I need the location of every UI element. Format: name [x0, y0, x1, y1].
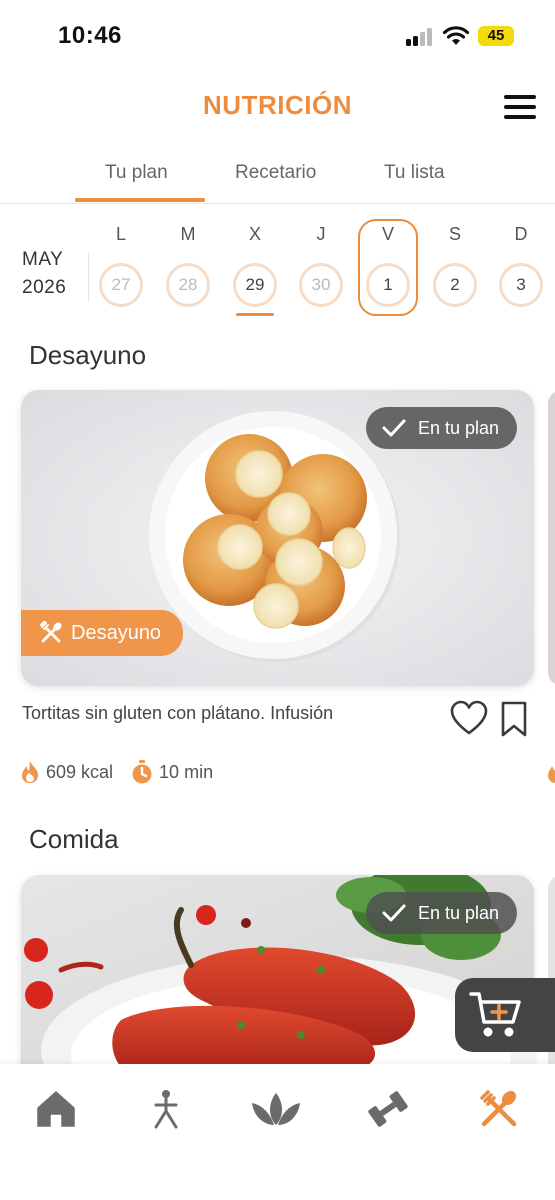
page-title: NUTRICIÓN	[203, 90, 352, 120]
nav-home[interactable]	[29, 1086, 83, 1132]
day-button-30[interactable]: 30	[299, 263, 343, 307]
nav-nutrition[interactable]	[472, 1086, 526, 1132]
heart-icon[interactable]	[450, 700, 488, 736]
lotus-icon	[252, 1093, 300, 1125]
day-button-3[interactable]: 3	[499, 263, 543, 307]
stopwatch-icon	[132, 760, 152, 784]
today-indicator	[236, 313, 274, 316]
bottom-nav	[0, 1064, 555, 1200]
day-letter: S	[448, 224, 461, 244]
battery-level: 45	[487, 27, 505, 44]
cart-add-icon	[469, 992, 521, 1037]
section-title-comida: Comida	[29, 824, 119, 854]
day-button-29[interactable]: 29	[233, 263, 277, 307]
battery-icon: 45	[478, 26, 514, 46]
day-button-2[interactable]: 2	[433, 263, 477, 307]
recipe-meta: 609 kcal 10 min	[20, 760, 213, 784]
day-letter: X	[248, 224, 261, 244]
recipe-time: 10 min	[159, 761, 214, 782]
day-button-27[interactable]: 27	[99, 263, 143, 307]
status-time: 10:46	[58, 22, 122, 49]
meal-tag-label: Desayuno	[71, 621, 162, 644]
cellular-signal-icon	[406, 28, 434, 46]
calendar-month-name: MAY	[22, 249, 64, 270]
in-plan-label: En tu plan	[417, 417, 499, 438]
recipe-card-next-peek[interactable]	[548, 390, 555, 686]
person-posture-icon	[154, 1090, 178, 1129]
home-icon	[37, 1091, 75, 1127]
check-icon	[382, 904, 406, 922]
day-button-1[interactable]: 1	[366, 263, 410, 307]
in-plan-label: En tu plan	[417, 902, 499, 923]
recipe-kcal: 609 kcal	[46, 761, 114, 782]
check-icon	[382, 419, 406, 437]
recipe-card-breakfast[interactable]: En tu plan Desayuno	[21, 390, 534, 686]
day-letter: M	[180, 224, 196, 244]
day-letter: D	[514, 224, 528, 244]
meal-tag: Desayuno	[21, 610, 184, 656]
tab-tu-plan[interactable]: Tu plan	[105, 162, 168, 184]
flame-icon	[548, 766, 555, 783]
calendar-year: 2026	[22, 277, 67, 298]
calendar-month: MAY 2026	[22, 246, 66, 302]
recipe-actions	[450, 700, 530, 740]
recipe-name[interactable]: Tortitas sin gluten con plátano. Infusió…	[22, 703, 333, 724]
add-to-cart-button[interactable]	[455, 978, 555, 1052]
day-button-28[interactable]: 28	[166, 263, 210, 307]
day-letter: J	[316, 224, 326, 244]
day-letter: V	[381, 224, 394, 244]
status-bar: 10:46 45	[0, 0, 555, 72]
nav-training[interactable]	[361, 1086, 415, 1132]
fork-spoon-icon	[40, 621, 62, 643]
tab-bar: Tu plan Recetario Tu lista	[0, 150, 555, 204]
day-letter: L	[115, 224, 126, 244]
dumbbell-icon	[368, 1091, 408, 1127]
nav-wellness[interactable]	[249, 1086, 303, 1132]
wifi-icon	[442, 26, 470, 45]
nav-posture[interactable]	[139, 1086, 193, 1132]
in-plan-badge[interactable]: En tu plan	[365, 892, 517, 934]
tab-tu-lista[interactable]: Tu lista	[384, 162, 445, 184]
in-plan-badge[interactable]: En tu plan	[365, 407, 517, 449]
section-title-desayuno: Desayuno	[29, 340, 147, 370]
tab-recetario[interactable]: Recetario	[235, 162, 316, 184]
bookmark-icon[interactable]	[500, 701, 528, 737]
calendar-divider	[88, 252, 89, 302]
fork-spoon-icon	[480, 1090, 517, 1127]
recipe-card-lunch[interactable]: En tu plan	[21, 875, 534, 1075]
hamburger-menu-icon[interactable]	[500, 93, 536, 121]
tab-active-indicator	[75, 198, 205, 202]
flame-icon	[22, 761, 38, 783]
